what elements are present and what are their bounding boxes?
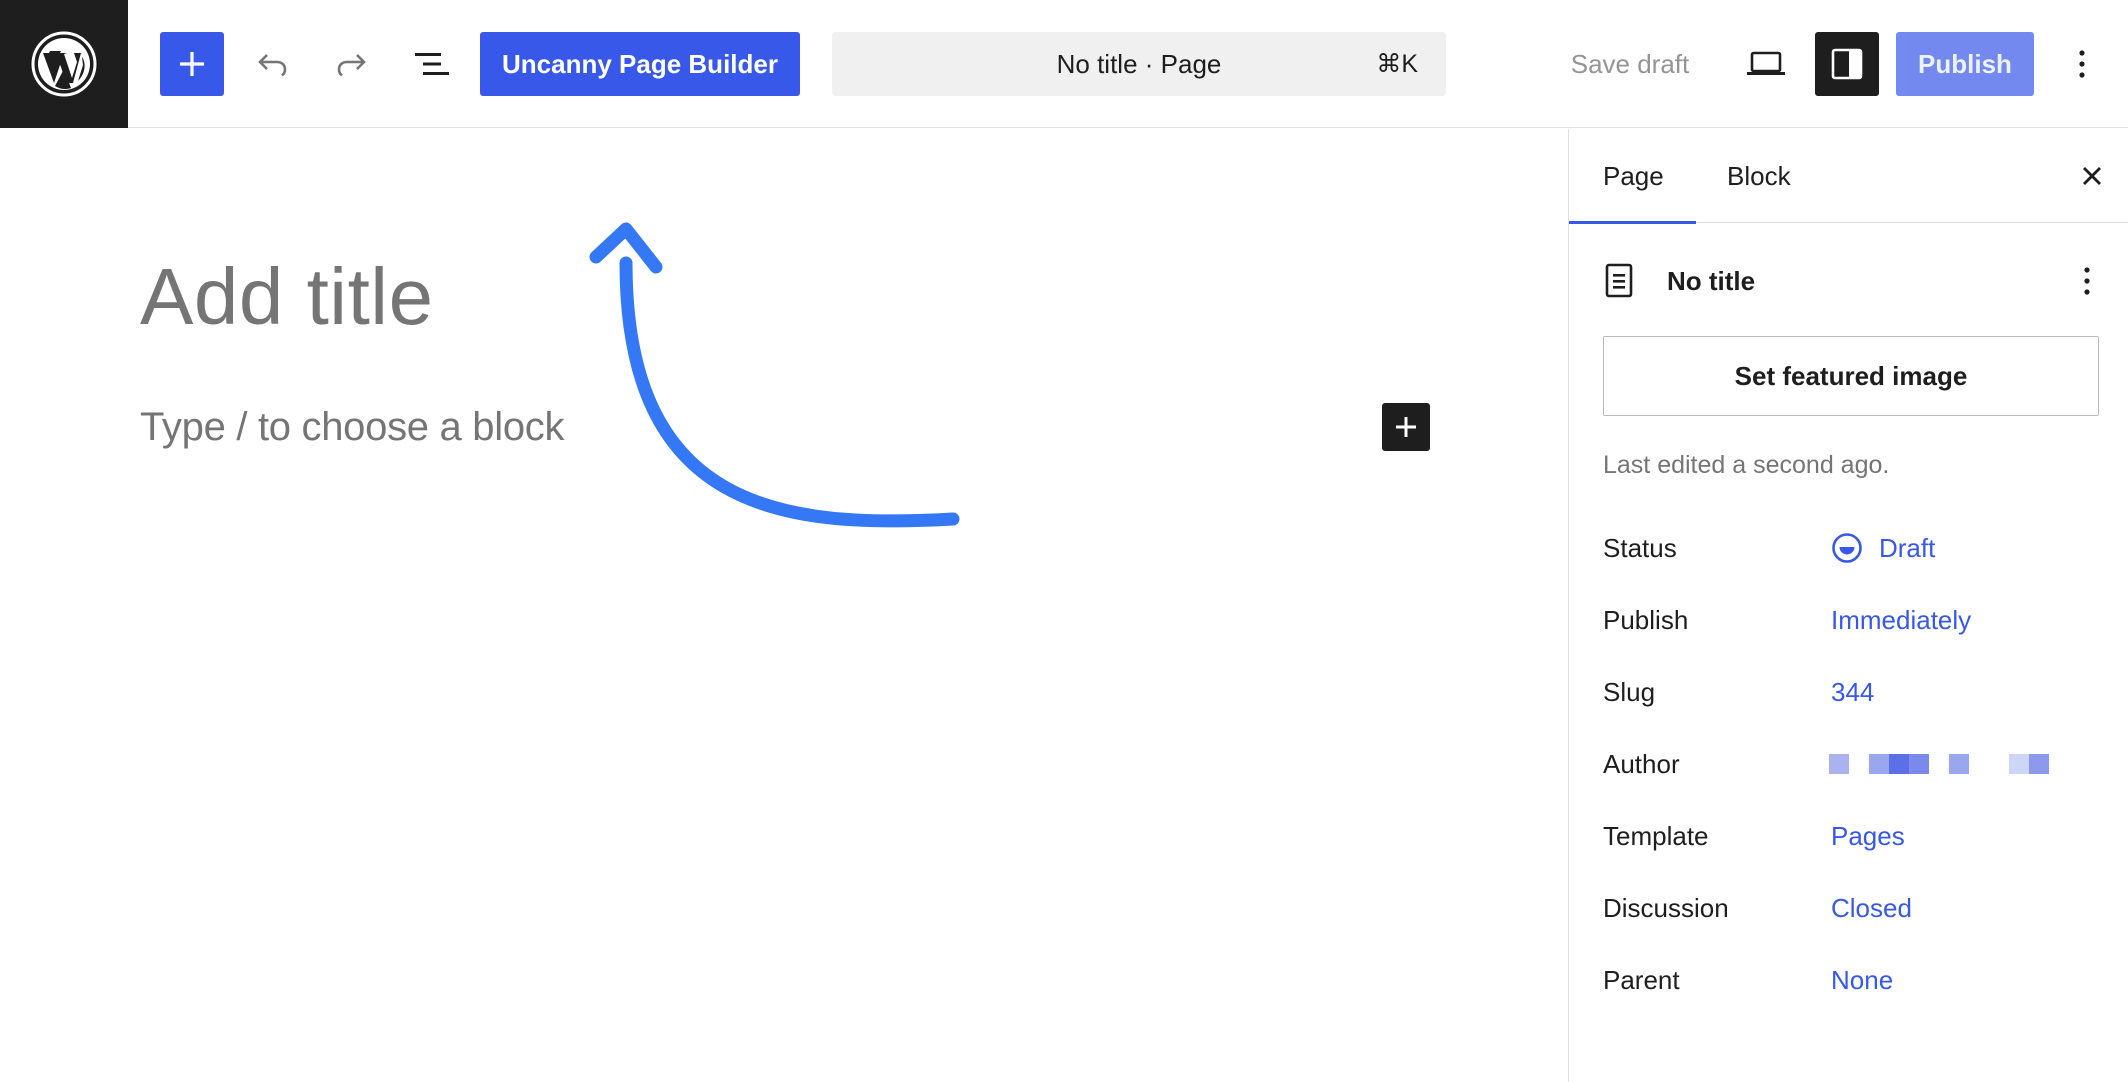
wordpress-logo-button[interactable] (0, 0, 128, 128)
meta-label: Slug (1603, 677, 1656, 707)
tab-page[interactable]: Page (1569, 129, 1696, 224)
redo-button[interactable] (320, 32, 384, 96)
vertical-ellipsis-icon (2079, 50, 2085, 78)
sidebar-toggle-icon (1831, 48, 1863, 80)
meta-label: Author (1603, 749, 1680, 779)
save-draft-button[interactable]: Save draft (1560, 32, 1700, 96)
set-featured-image-button[interactable]: Set featured image (1603, 336, 2099, 416)
settings-sidebar-toggle[interactable] (1815, 32, 1879, 96)
command-palette-bar[interactable]: No title · Page ⌘K (832, 32, 1446, 96)
publish-date-toggle[interactable]: Immediately (1831, 600, 1971, 640)
list-view-icon (415, 53, 449, 75)
uncanny-page-builder-button[interactable]: Uncanny Page Builder (480, 32, 800, 96)
redo-icon (337, 54, 366, 77)
author-redacted-value[interactable] (1829, 754, 2049, 776)
meta-row-template: Template Pages (1603, 816, 2103, 856)
laptop-icon (1747, 51, 1785, 75)
status-toggle[interactable]: Draft (1831, 528, 1935, 568)
plus-icon (1396, 417, 1416, 437)
template-toggle[interactable]: Pages (1831, 816, 1905, 856)
plus-icon (180, 52, 204, 76)
meta-label: Parent (1603, 965, 1680, 995)
meta-row-discussion: Discussion Closed (1603, 888, 2103, 928)
meta-row-publish: Publish Immediately (1603, 600, 2103, 640)
wordpress-logo-icon (31, 31, 97, 97)
meta-label: Publish (1603, 605, 1689, 635)
page-icon (1605, 263, 1633, 298)
meta-label: Discussion (1603, 893, 1729, 923)
last-edited-text: Last edited a second ago. (1603, 451, 1890, 479)
meta-row-slug: Slug 344 (1603, 672, 2103, 712)
post-title-input[interactable]: Add title (140, 251, 434, 343)
editor-header: Uncanny Page Builder No title · Page ⌘K … (0, 0, 2128, 128)
settings-sidebar: Page Block No title Set featured image L… (1568, 129, 2128, 1082)
document-actions-button[interactable] (2069, 259, 2105, 303)
preview-button[interactable] (1734, 32, 1798, 96)
status-value: Draft (1879, 533, 1936, 563)
meta-row-parent: Parent None (1603, 960, 2103, 1000)
list-view-button[interactable] (400, 32, 464, 96)
block-inserter-button[interactable] (160, 32, 224, 96)
meta-row-author: Author (1603, 744, 2103, 784)
discussion-toggle[interactable]: Closed (1831, 888, 1912, 928)
meta-row-status: Status Draft (1603, 528, 2103, 568)
meta-label: Status (1603, 533, 1677, 563)
meta-label: Template (1603, 821, 1709, 851)
document-title: No title (1667, 266, 1756, 296)
annotation-arrow-icon (589, 222, 960, 528)
undo-button[interactable] (240, 32, 304, 96)
document-summary: No title (1603, 259, 2103, 303)
close-sidebar-button[interactable] (2067, 151, 2117, 201)
options-menu-button[interactable] (2050, 32, 2114, 96)
draft-status-icon (1832, 533, 1862, 563)
publish-button[interactable]: Publish (1896, 32, 2034, 96)
tab-block[interactable]: Block (1727, 129, 1791, 223)
close-icon (2083, 167, 2101, 185)
block-add-button[interactable] (1382, 403, 1430, 451)
undo-icon (258, 54, 287, 77)
document-title-label: No title · Page (1056, 49, 1222, 79)
default-block-appender[interactable]: Type / to choose a block (140, 405, 564, 450)
command-shortcut-label: ⌘K (1376, 50, 1418, 78)
slug-toggle[interactable]: 344 (1831, 672, 1874, 712)
editor-canvas: Add title Type / to choose a block (0, 129, 1568, 1082)
vertical-ellipsis-icon (2084, 267, 2090, 295)
parent-toggle[interactable]: None (1831, 960, 1893, 1000)
sidebar-tabs: Page Block (1569, 129, 2128, 224)
